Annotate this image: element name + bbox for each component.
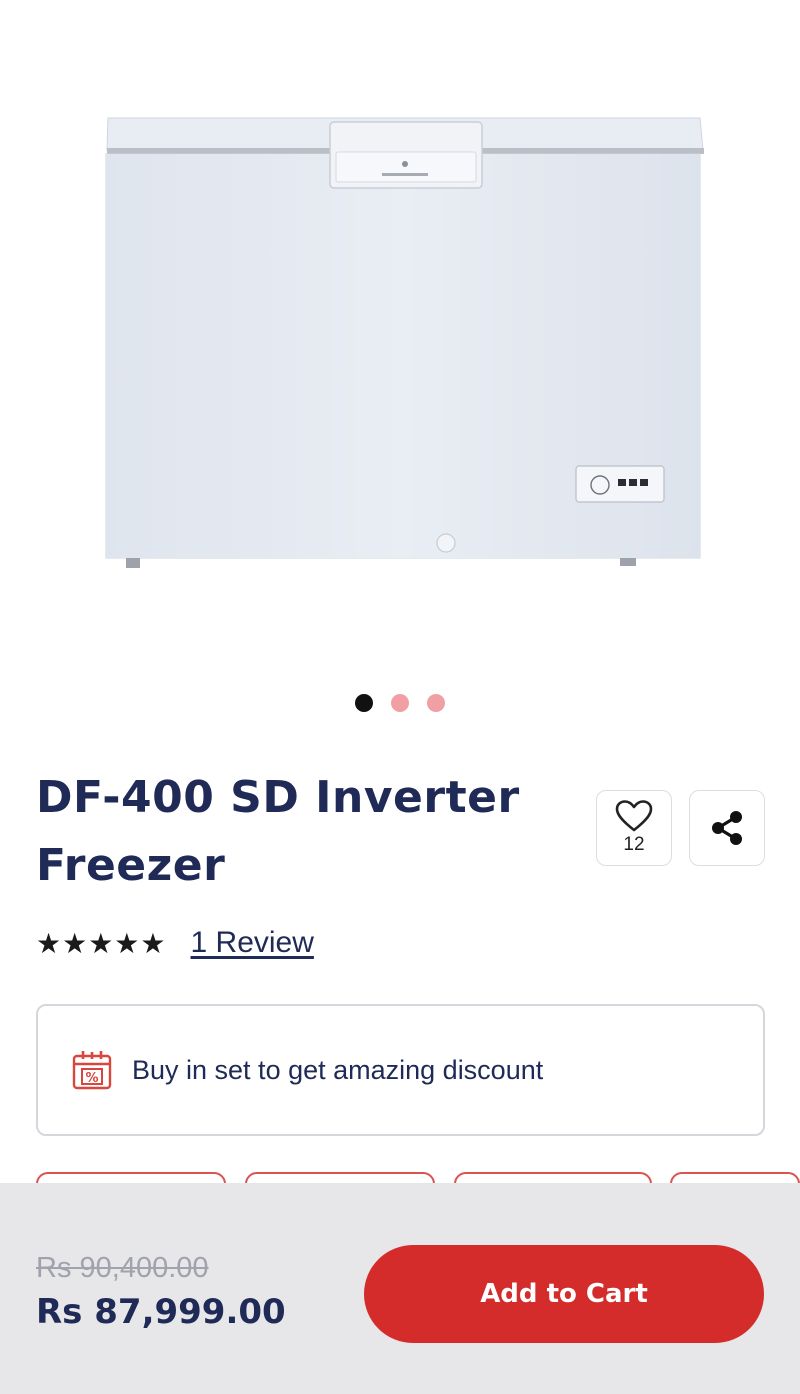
original-price: Rs 90,400.00: [36, 1252, 209, 1284]
share-icon: [712, 811, 742, 845]
rating-stars: ★★★★★: [36, 926, 167, 960]
calendar-percent-icon: %: [72, 1051, 112, 1090]
wishlist-button[interactable]: 12: [596, 790, 672, 866]
product-gallery[interactable]: [0, 0, 800, 680]
promo-banner[interactable]: % Buy in set to get amazing discount: [36, 1004, 765, 1136]
carousel-dot-2[interactable]: [391, 694, 409, 712]
add-to-cart-button[interactable]: Add to Cart: [364, 1245, 764, 1343]
rating-row: ★★★★★ 1 Review: [36, 926, 314, 960]
review-link[interactable]: 1 Review: [191, 926, 314, 960]
sale-price: Rs 87,999.00: [36, 1292, 286, 1332]
carousel-dot-1[interactable]: [355, 694, 373, 712]
product-image[interactable]: [0, 0, 800, 680]
promo-text: Buy in set to get amazing discount: [132, 1054, 544, 1085]
svg-text:%: %: [85, 1071, 98, 1086]
carousel-dots: [0, 694, 800, 714]
heart-icon: [615, 800, 653, 832]
carousel-dot-3[interactable]: [427, 694, 445, 712]
share-button[interactable]: [689, 790, 765, 866]
wishlist-count: 12: [623, 834, 645, 855]
product-title: DF-400 SD Inverter Freezer: [36, 772, 520, 891]
